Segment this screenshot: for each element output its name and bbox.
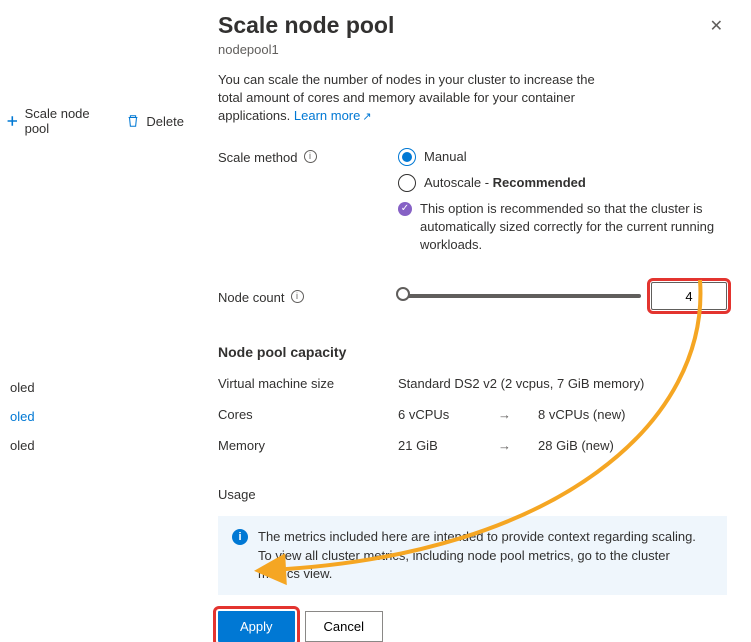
apply-button[interactable]: Apply — [218, 611, 295, 642]
list-item[interactable]: oled — [10, 380, 35, 395]
radio-autoscale-label: Autoscale - Recommended — [424, 175, 586, 190]
arrow-right-icon: → — [498, 407, 538, 422]
info-banner: i The metrics included here are intended… — [218, 516, 727, 595]
panel-description: You can scale the number of nodes in you… — [218, 71, 598, 126]
scale-node-pool-button[interactable]: Scale node pool — [0, 102, 114, 140]
delete-button[interactable]: Delete — [120, 110, 190, 133]
learn-more-link[interactable]: Learn more↗ — [294, 108, 372, 123]
delete-label: Delete — [146, 114, 184, 129]
radio-selected-icon — [398, 148, 416, 166]
info-banner-text: The metrics included here are intended t… — [258, 528, 713, 583]
memory-new: 28 GiB (new) — [538, 438, 614, 453]
info-icon[interactable]: i — [291, 290, 304, 303]
cores-new: 8 vCPUs (new) — [538, 407, 625, 422]
panel-subtitle: nodepool1 — [218, 42, 727, 57]
radio-manual-label: Manual — [424, 149, 467, 164]
radio-unselected-icon — [398, 174, 416, 192]
cores-label: Cores — [218, 407, 398, 422]
info-icon[interactable]: i — [304, 150, 317, 163]
arrow-right-icon: → — [498, 438, 538, 453]
radio-manual[interactable]: Manual — [398, 148, 727, 166]
cancel-button[interactable]: Cancel — [305, 611, 383, 642]
vm-size-value: Standard DS2 v2 (2 vcpus, 7 GiB memory) — [398, 376, 644, 391]
radio-autoscale[interactable]: Autoscale - Recommended — [398, 174, 727, 192]
close-icon[interactable]: ✕ — [706, 12, 727, 40]
scale-panel: Scale node pool ✕ nodepool1 You can scal… — [200, 0, 751, 612]
scale-method-label: Scale method i — [218, 148, 398, 255]
list-item[interactable]: oled — [10, 409, 35, 424]
left-nav-list: oled oled oled — [10, 380, 35, 453]
cores-current: 6 vCPUs — [398, 407, 498, 422]
vm-size-label: Virtual machine size — [218, 376, 398, 391]
list-item[interactable]: oled — [10, 438, 35, 453]
panel-title: Scale node pool — [218, 12, 706, 39]
recommendation-note: ✓ This option is recommended so that the… — [398, 200, 727, 255]
memory-current: 21 GiB — [398, 438, 498, 453]
memory-label: Memory — [218, 438, 398, 453]
node-count-input[interactable] — [651, 282, 727, 310]
recommended-badge-icon: ✓ — [398, 202, 412, 216]
info-banner-icon: i — [232, 529, 248, 545]
scale-node-pool-label: Scale node pool — [25, 106, 109, 136]
external-link-icon: ↗ — [362, 111, 371, 123]
usage-heading: Usage — [218, 487, 727, 502]
capacity-heading: Node pool capacity — [218, 344, 727, 360]
trash-icon — [126, 114, 140, 128]
node-count-slider[interactable] — [398, 294, 641, 298]
slider-thumb-icon[interactable] — [396, 287, 410, 301]
scale-icon — [6, 114, 19, 128]
node-count-label: Node count i — [218, 288, 398, 305]
